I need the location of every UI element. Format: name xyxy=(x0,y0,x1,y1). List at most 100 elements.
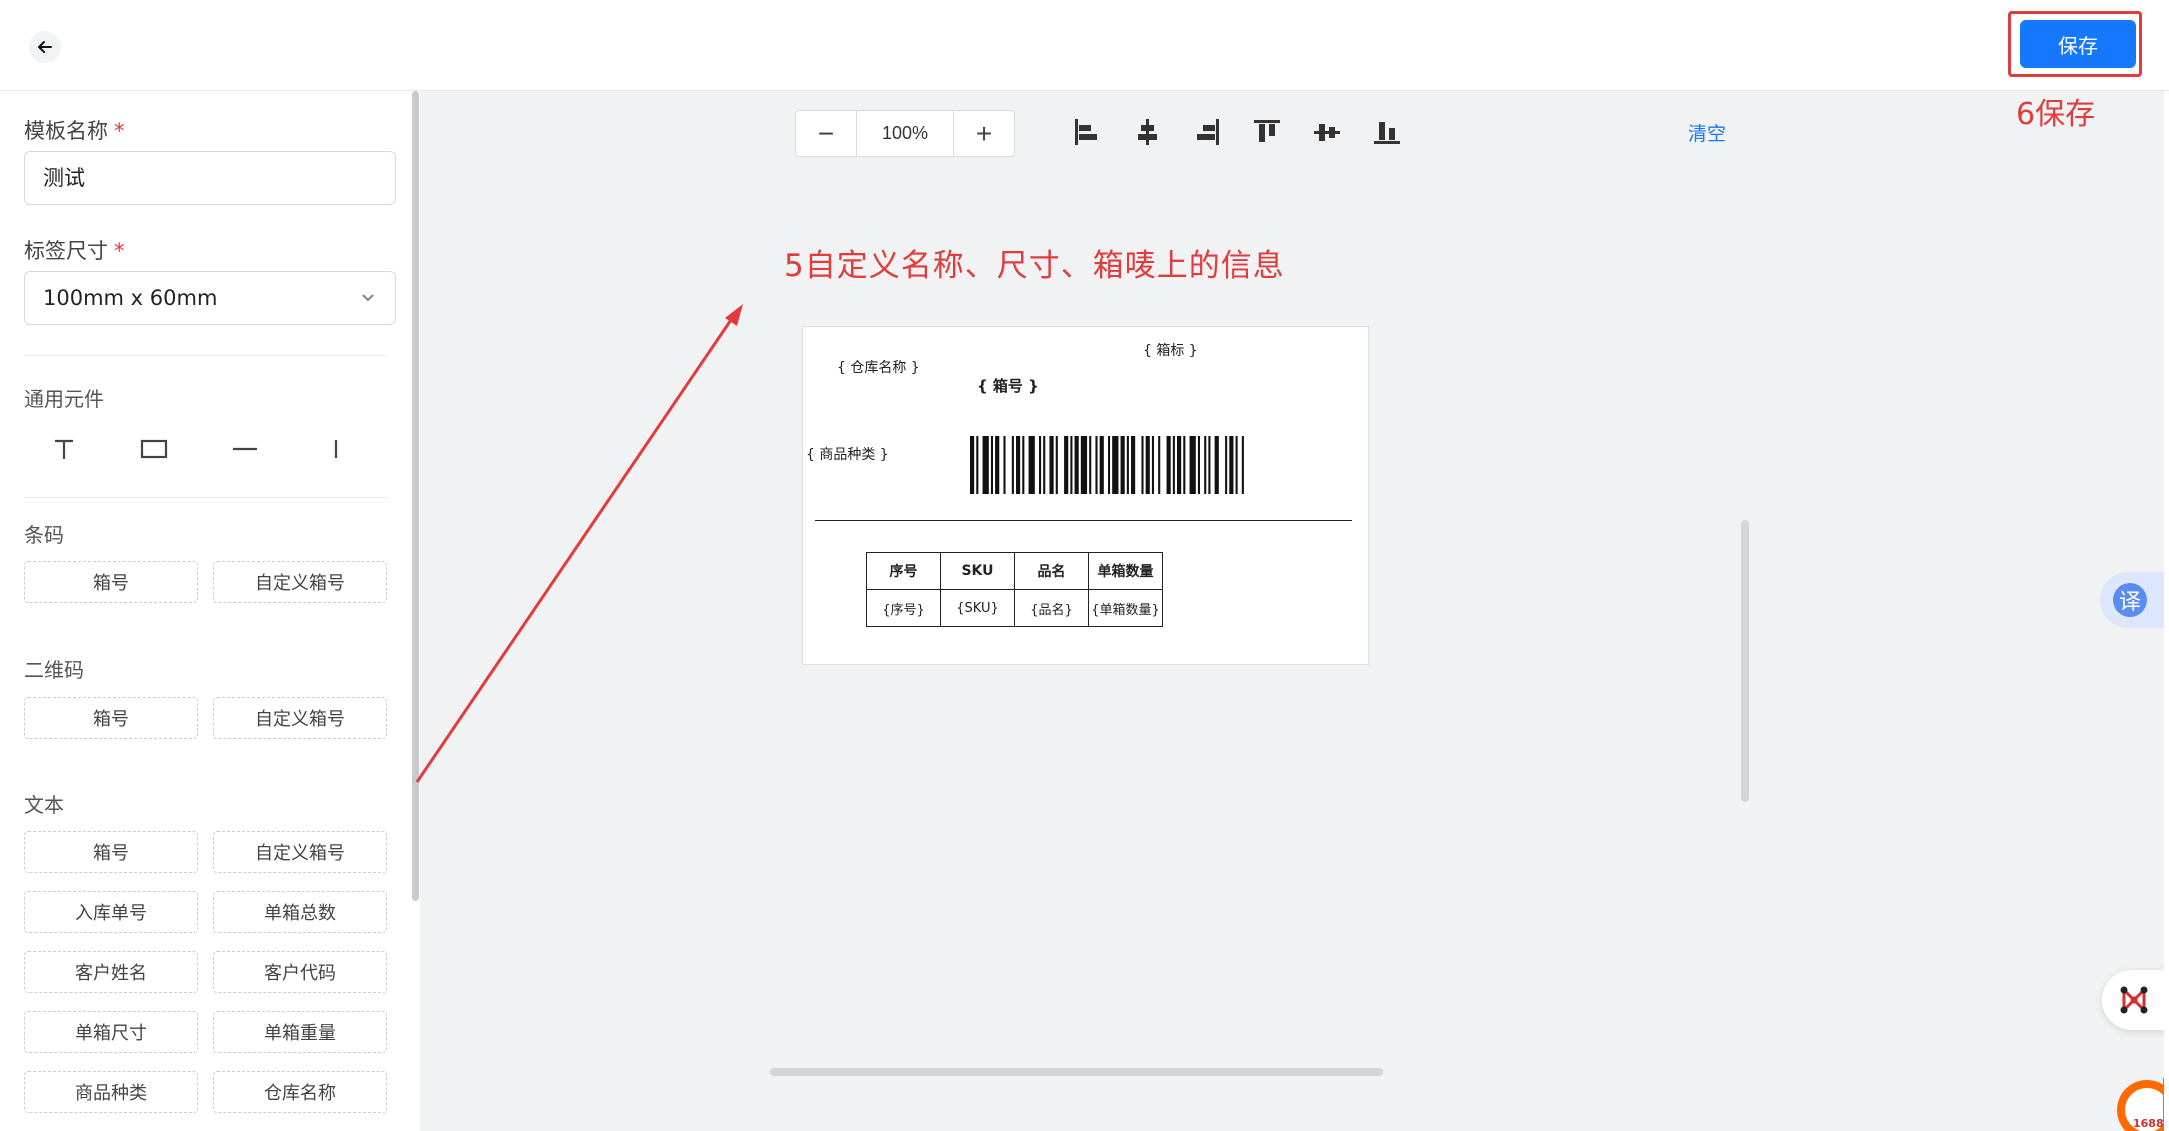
barcode-bar xyxy=(1095,436,1098,494)
barcode-bar xyxy=(1166,436,1171,494)
barcode-bar xyxy=(1039,436,1042,494)
barcode-bar xyxy=(1080,436,1088,494)
align-center-horizontal-icon[interactable] xyxy=(1131,116,1163,148)
back-button[interactable] xyxy=(29,31,61,63)
annotation-arrow xyxy=(415,304,743,783)
barcode-bar xyxy=(1189,436,1196,494)
barcode-custom-box-no-chip[interactable]: 自定义箱号 xyxy=(213,561,387,603)
arrow-left-icon xyxy=(38,41,52,53)
1688-logo-icon: 1688 xyxy=(2117,1078,2169,1131)
table-cell: {品名} xyxy=(1014,589,1089,627)
text-warehouse-name-chip[interactable]: 仓库名称 xyxy=(213,1071,387,1113)
text-customer-code-chip[interactable]: 客户代码 xyxy=(213,951,387,993)
right-edge xyxy=(2164,91,2169,1131)
qrcode-section-title: 二维码 xyxy=(24,658,84,682)
text-tool-icon[interactable] xyxy=(46,431,82,467)
barcode-bar xyxy=(1016,436,1021,494)
barcode-bar xyxy=(1214,436,1219,494)
barcode-bar xyxy=(1172,436,1175,494)
vertical-line-tool-icon[interactable] xyxy=(318,431,354,467)
barcode-bar xyxy=(1241,436,1244,494)
table-header-cell: 品名 xyxy=(1014,552,1089,590)
label-box-mark-field[interactable]: { 箱标 } xyxy=(1143,340,1198,360)
table-cell: {SKU} xyxy=(940,589,1015,627)
text-box-weight-chip[interactable]: 单箱重量 xyxy=(213,1011,387,1053)
barcode-bar xyxy=(982,436,989,494)
1688-widget[interactable]: 1688 xyxy=(2113,1076,2169,1131)
barcode-bar xyxy=(1022,436,1025,494)
zoom-out-button[interactable]: − xyxy=(796,111,856,156)
label-box-no-field[interactable]: { 箱号 } xyxy=(977,375,1039,396)
horizontal-line-tool-icon[interactable] xyxy=(227,431,263,467)
barcode-box-no-chip[interactable]: 箱号 xyxy=(24,561,198,603)
align-bottom-icon[interactable] xyxy=(1371,116,1403,148)
barcode-bar xyxy=(1028,436,1035,494)
save-annotation: 6保存 xyxy=(2016,97,2096,132)
barcode-bar xyxy=(990,436,993,494)
translate-icon: 译 xyxy=(2113,583,2147,617)
label-barcode[interactable] xyxy=(970,436,1246,494)
text-category-chip[interactable]: 商品种类 xyxy=(24,1071,198,1113)
template-name-label: 模板名称 * xyxy=(24,119,125,143)
label-horizontal-line[interactable] xyxy=(815,520,1352,521)
text-box-no-chip[interactable]: 箱号 xyxy=(24,831,198,873)
canvas-horizontal-scrollbar[interactable] xyxy=(770,1068,1383,1076)
barcode-bar xyxy=(1003,436,1006,494)
qrcode-box-no-chip[interactable]: 箱号 xyxy=(24,697,198,739)
barcode-bar xyxy=(1099,436,1104,494)
label-warehouse-field[interactable]: { 仓库名称 } xyxy=(837,357,920,377)
text-inbound-order-chip[interactable]: 入库单号 xyxy=(24,891,198,933)
template-name-input[interactable]: 测试 xyxy=(24,151,396,205)
divider xyxy=(24,355,388,356)
align-middle-vertical-icon[interactable] xyxy=(1311,116,1343,148)
barcode-bar xyxy=(1089,436,1092,494)
network-logo-icon xyxy=(2120,986,2148,1014)
barcode-bar xyxy=(995,436,1000,494)
text-box-size-chip[interactable]: 单箱尺寸 xyxy=(24,1011,198,1053)
qrcode-custom-box-no-chip[interactable]: 自定义箱号 xyxy=(213,697,387,739)
barcode-bar xyxy=(1043,436,1046,494)
zoom-value: 100% xyxy=(856,111,954,156)
barcode-bar xyxy=(1112,436,1119,494)
ai-assistant-widget[interactable] xyxy=(2102,970,2169,1030)
barcode-section-title: 条码 xyxy=(24,523,64,547)
table-cell: {序号} xyxy=(866,589,941,627)
barcode-bar xyxy=(976,436,979,494)
barcode-bar xyxy=(1064,436,1069,494)
chevron-down-icon xyxy=(362,294,374,302)
zoom-in-button[interactable]: + xyxy=(954,111,1014,156)
barcode-bar xyxy=(1145,436,1150,494)
label-size-select[interactable]: 100mm x 60mm xyxy=(24,271,396,325)
required-mark: * xyxy=(114,119,125,143)
element-sidebar: 模板名称 * 测试 标签尺寸 * 100mm x 60mm 通用元件 条码 箱号 自… xyxy=(0,91,420,1131)
barcode-bar xyxy=(1158,436,1161,494)
barcode-bar xyxy=(1225,436,1228,494)
text-custom-box-no-chip[interactable]: 自定义箱号 xyxy=(213,831,387,873)
table-header-cell: SKU xyxy=(940,552,1015,590)
barcode-bar xyxy=(1070,436,1073,494)
save-button[interactable]: 保存 xyxy=(2020,20,2136,68)
barcode-bar xyxy=(1208,436,1211,494)
barcode-bar xyxy=(1204,436,1207,494)
text-customer-name-chip[interactable]: 客户姓名 xyxy=(24,951,198,993)
barcode-bar xyxy=(1126,436,1129,494)
barcode-bar xyxy=(1177,436,1182,494)
align-top-icon[interactable] xyxy=(1251,116,1283,148)
align-left-icon[interactable] xyxy=(1071,116,1103,148)
barcode-bar xyxy=(1229,436,1234,494)
barcode-bar xyxy=(1055,436,1058,494)
label-category-field[interactable]: { 商品种类 } xyxy=(806,444,889,464)
top-header: 保存 xyxy=(0,0,2169,91)
align-right-icon[interactable] xyxy=(1191,116,1223,148)
barcode-bar xyxy=(1183,436,1186,494)
table-header-cell: 序号 xyxy=(866,552,941,590)
clear-button[interactable]: 清空 xyxy=(1688,119,1726,146)
rectangle-tool-icon[interactable] xyxy=(136,431,172,467)
barcode-bar xyxy=(1108,436,1111,494)
label-preview-canvas[interactable]: { 仓库名称 } { 箱标 } { 箱号 } { 商品种类 } 序号 SKU 品… xyxy=(802,326,1369,665)
text-box-total-chip[interactable]: 单箱总数 xyxy=(213,891,387,933)
required-mark: * xyxy=(114,239,125,263)
canvas-vertical-scrollbar[interactable] xyxy=(1741,520,1749,802)
translate-widget[interactable]: 译 xyxy=(2100,572,2169,628)
label-item-table[interactable]: 序号 SKU 品名 单箱数量 {序号} {SKU} {品名} {单箱数量} xyxy=(866,552,1163,627)
